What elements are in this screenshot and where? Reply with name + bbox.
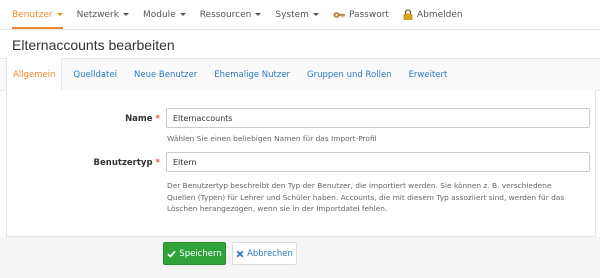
tab-neue-benutzer[interactable]: Neue Benutzer [128,58,203,91]
tab-allgemein[interactable]: Allgemein [6,58,63,91]
usertype-help-line-1: Der Benutzertyp beschreibt den Typ der B… [167,181,552,190]
tab-erweitert[interactable]: Erweitert [403,58,454,91]
save-button-label: Speichern [179,248,222,259]
page-title: Elternaccounts bearbeiten [12,37,175,53]
name-label-text: Name [125,114,153,124]
chevron-down-icon [179,13,186,16]
nav-item-netzwerk[interactable]: Netzwerk [77,0,129,29]
chevron-down-icon [122,13,129,16]
nav-item-ressourcen[interactable]: Ressourcen [200,0,262,29]
name-input[interactable] [166,108,590,128]
usertype-label: Benutzertyp * [0,158,160,168]
usertype-help-line-2: Quellen (Typen) für Lehrer und Schüler h… [167,192,565,202]
required-marker: * [155,158,160,168]
chevron-down-icon [255,13,262,16]
top-navbar: Benutzer Netzwerk Module Ressourcen Syst… [0,0,600,30]
chevron-down-icon [56,13,63,16]
nav-item-benutzer[interactable]: Benutzer [12,0,63,29]
name-help-text: Wählen Sie einen beliebigen Namen für da… [167,134,377,143]
name-label: Name * [0,114,160,124]
form-footer [0,237,600,278]
tab-quelldatei[interactable]: Quelldatei [67,58,123,91]
nav-item-system[interactable]: System [275,0,319,29]
nav-item-module[interactable]: Module [143,0,186,29]
nav-item-abmelden[interactable]: Abmelden [403,0,463,29]
nav-item-label: Netzwerk [76,9,119,20]
nav-item-label: System [275,9,309,20]
key-icon [333,10,345,20]
usertype-input[interactable] [166,152,590,172]
tabs: Allgemein Quelldatei Neue Benutzer Ehema… [6,58,458,91]
cancel-button-label: Abbrechen [247,248,293,259]
chevron-down-icon [312,13,319,16]
required-marker: * [155,114,160,124]
nav-item-label: Module [142,9,176,20]
save-button[interactable]: Speichern [163,242,226,265]
checkmark-icon [167,250,176,258]
tab-ehemalige-nutzer[interactable]: Ehemalige Nutzer [208,58,296,91]
close-icon [236,250,244,258]
nav-item-label: Benutzer [12,9,53,20]
usertype-help-line-3: Löschen herangezogen, wenn sie in der Im… [167,204,388,213]
nav-item-passwort[interactable]: Passwort [333,0,389,29]
lock-icon [403,9,413,20]
tab-gruppen-und-rollen[interactable]: Gruppen und Rollen [301,58,398,91]
usertype-label-text: Benutzertyp [93,158,153,168]
cancel-button[interactable]: Abbrechen [232,242,297,265]
nav-item-label: Passwort [348,9,389,20]
nav-item-label: Abmelden [416,9,463,20]
nav-item-label: Ressourcen [199,9,252,20]
